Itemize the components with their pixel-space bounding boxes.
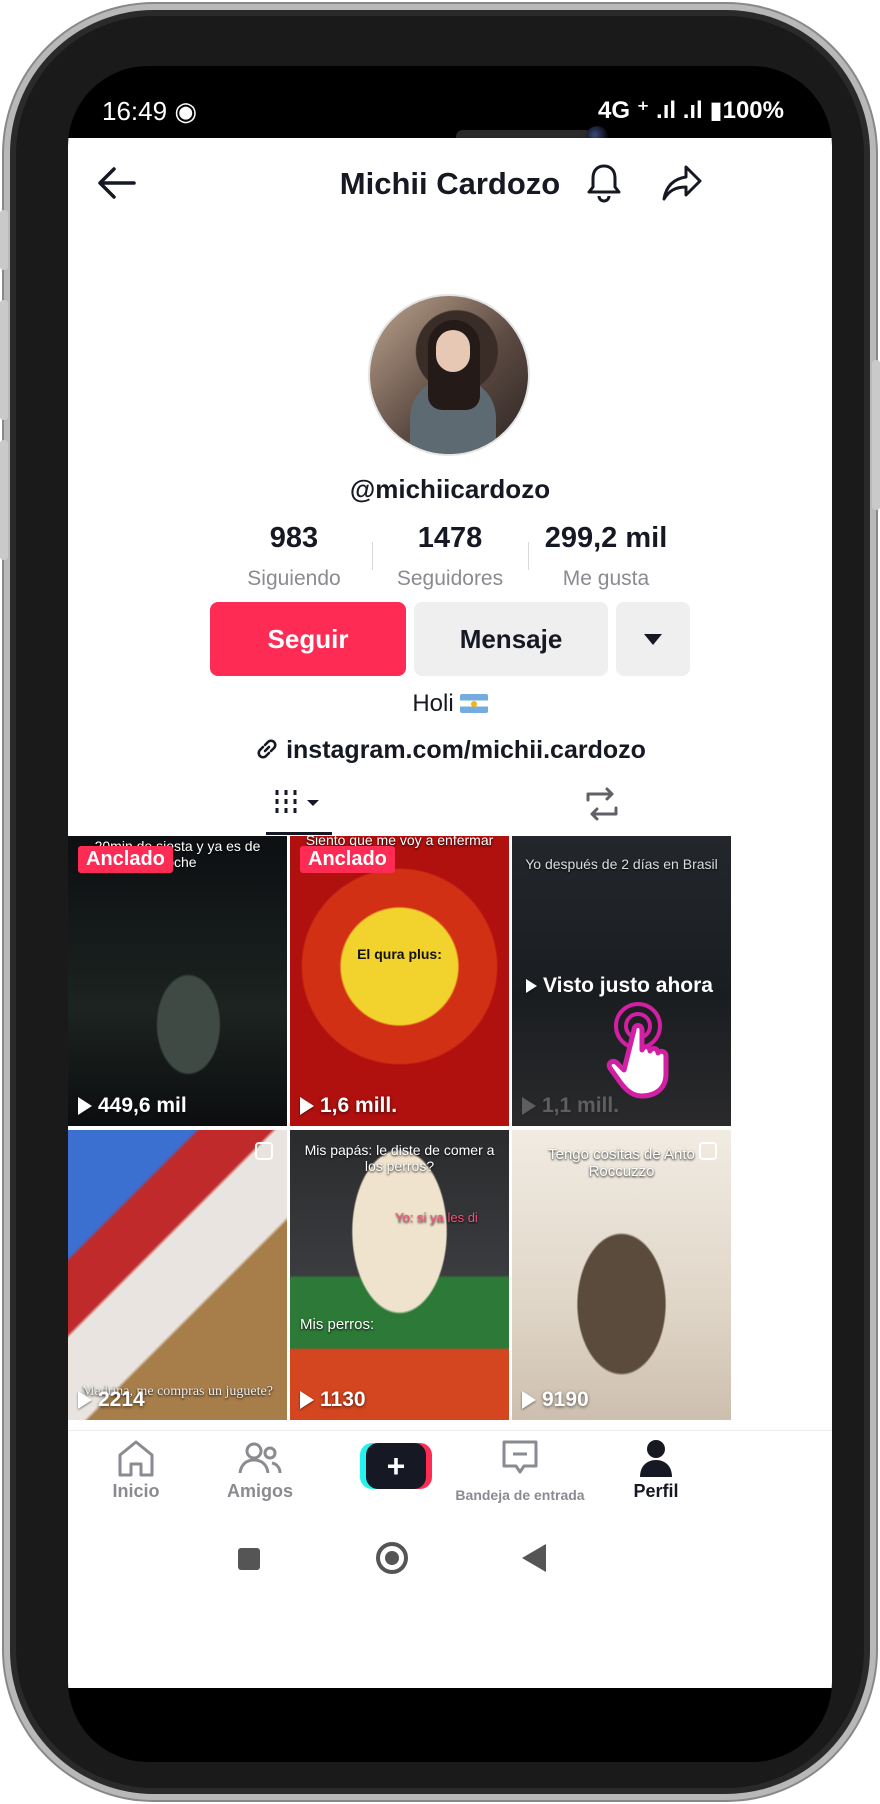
argentina-flag-icon xyxy=(459,694,488,713)
phone-frame: 16:49 ◉ 4G ⁺ .ıl .ıl ▮100% Michii Cardoz… xyxy=(0,4,880,1800)
username-handle: @michiicardozo xyxy=(349,474,551,504)
play-icon xyxy=(78,1391,92,1409)
create-button[interactable]: + xyxy=(360,1443,432,1489)
stat-label: Me gusta xyxy=(562,567,650,590)
signal-icon: 4G ⁺ .ıl .ıl xyxy=(598,97,703,124)
repost-icon[interactable] xyxy=(580,782,624,826)
status-right: 4G ⁺ .ıl .ıl ▮100% xyxy=(598,97,784,124)
video-caption: Yo: si ya les di xyxy=(395,1210,478,1225)
video-caption: Mis papás: le diste de comer a los perro… xyxy=(304,1142,495,1174)
play-icon xyxy=(522,1097,536,1115)
nav-label: Inicio xyxy=(112,1481,160,1501)
view-count: 9190 xyxy=(522,1388,589,1412)
status-bar: 16:49 ◉ 4G ⁺ .ıl .ıl ▮100% xyxy=(68,66,832,138)
video-thumbnail[interactable]: Tengo cositas de Anto Roccuzzo 9190 xyxy=(512,1130,731,1420)
home-icon xyxy=(118,1440,154,1477)
bottom-nav: Inicio Amigos + Bandeja de entrada Perfi… xyxy=(68,1430,832,1530)
stat-value: 983 xyxy=(269,522,319,554)
play-icon xyxy=(526,979,537,993)
stat-likes[interactable]: 299,2 mil Me gusta xyxy=(526,522,686,591)
view-count: 1130 xyxy=(300,1388,366,1412)
view-count: 1,1 mill. xyxy=(522,1094,619,1118)
video-caption: Mis perros: xyxy=(300,1316,375,1333)
tab-videos[interactable] xyxy=(266,774,332,832)
video-caption: Tengo cositas de Anto Roccuzzo xyxy=(548,1146,695,1180)
nav-label: Perfil xyxy=(633,1481,679,1501)
nav-label: Bandeja de entrada xyxy=(455,1487,585,1503)
recents-button-icon[interactable] xyxy=(238,1548,260,1570)
play-icon xyxy=(300,1391,314,1409)
seen-indicator: Visto justo ahora xyxy=(526,974,713,998)
app-screen: Michii Cardozo @michiicardozo 983 Siguie… xyxy=(68,138,832,1688)
status-time: 16:49 ◉ xyxy=(102,96,197,126)
video-thumbnail[interactable]: Mis papás: le diste de comer a los perro… xyxy=(290,1130,509,1420)
page-title: Michii Cardozo xyxy=(339,166,561,201)
profile-stats: 983 Siguiendo 1478 Seguidores 299,2 mil … xyxy=(188,522,708,602)
follow-button[interactable]: Seguir xyxy=(210,602,406,676)
side-button xyxy=(0,210,8,270)
select-checkbox[interactable] xyxy=(255,1142,273,1160)
view-count: 1,6 mill. xyxy=(300,1094,397,1118)
caret-down-icon xyxy=(644,633,662,645)
side-button xyxy=(0,300,8,420)
profile-header: Michii Cardozo xyxy=(68,138,832,228)
video-thumbnail[interactable]: Siento que me voy a enfermar Anclado El … xyxy=(290,836,509,1126)
plus-icon: + xyxy=(366,1443,426,1489)
view-count: 2214 xyxy=(78,1388,145,1412)
play-icon xyxy=(522,1391,536,1409)
stat-label: Seguidores xyxy=(396,567,504,590)
tap-hand-icon xyxy=(606,1002,669,1099)
video-thumbnail[interactable]: 20min de siesta y ya es de noche Anclado… xyxy=(68,836,287,1126)
nav-profile[interactable]: Perfil xyxy=(596,1437,716,1502)
video-thumbnail[interactable]: Madrina, me compras un juguete? 2214 xyxy=(68,1130,287,1420)
message-button[interactable]: Mensaje xyxy=(414,602,608,676)
more-dropdown-button[interactable] xyxy=(616,602,690,676)
side-button xyxy=(872,360,880,510)
friends-icon xyxy=(238,1442,282,1474)
nav-home[interactable]: Inicio xyxy=(76,1437,196,1502)
system-nav-bar xyxy=(68,1530,832,1596)
profile-tabs xyxy=(68,774,832,836)
stat-value: 299,2 mil xyxy=(544,522,668,554)
nav-friends[interactable]: Amigos xyxy=(200,1437,320,1502)
profile-link[interactable]: instagram.com/michii.cardozo xyxy=(68,736,832,765)
hotspot-icon: ◉ xyxy=(174,96,197,126)
video-caption: El qura plus: xyxy=(357,946,442,962)
link-icon xyxy=(257,739,277,759)
nav-inbox[interactable]: Bandeja de entrada xyxy=(455,1437,585,1503)
video-caption: Yo después de 2 días en Brasil xyxy=(525,856,718,872)
back-button-icon[interactable] xyxy=(522,1544,546,1572)
avatar[interactable] xyxy=(368,294,530,456)
stat-value: 1478 xyxy=(417,522,483,554)
active-tab-indicator xyxy=(266,832,332,835)
video-thumbnail[interactable]: Yo después de 2 días en Brasil Visto jus… xyxy=(512,836,731,1126)
pinned-badge: Anclado xyxy=(300,846,395,873)
bell-icon[interactable] xyxy=(582,160,626,204)
nav-label: Amigos xyxy=(226,1481,293,1501)
bio: Holi xyxy=(68,690,832,718)
screen: 16:49 ◉ 4G ⁺ .ıl .ıl ▮100% Michii Cardoz… xyxy=(68,66,832,1762)
inbox-icon xyxy=(502,1440,538,1474)
battery-icon: ▮ xyxy=(709,97,723,124)
stat-following[interactable]: 983 Siguiendo xyxy=(214,522,374,591)
videos-grid-icon xyxy=(275,790,319,816)
side-button xyxy=(0,440,8,560)
stat-followers[interactable]: 1478 Seguidores xyxy=(370,522,530,591)
profile-icon xyxy=(640,1440,672,1477)
share-icon[interactable] xyxy=(660,162,704,204)
view-count: 449,6 mil xyxy=(78,1094,187,1118)
pinned-badge: Anclado xyxy=(78,846,173,873)
play-icon xyxy=(300,1097,314,1115)
video-grid: 20min de siesta y ya es de noche Anclado… xyxy=(68,836,832,1422)
stat-label: Siguiendo xyxy=(247,567,341,590)
play-icon xyxy=(78,1097,92,1115)
home-button-icon[interactable] xyxy=(376,1542,408,1574)
